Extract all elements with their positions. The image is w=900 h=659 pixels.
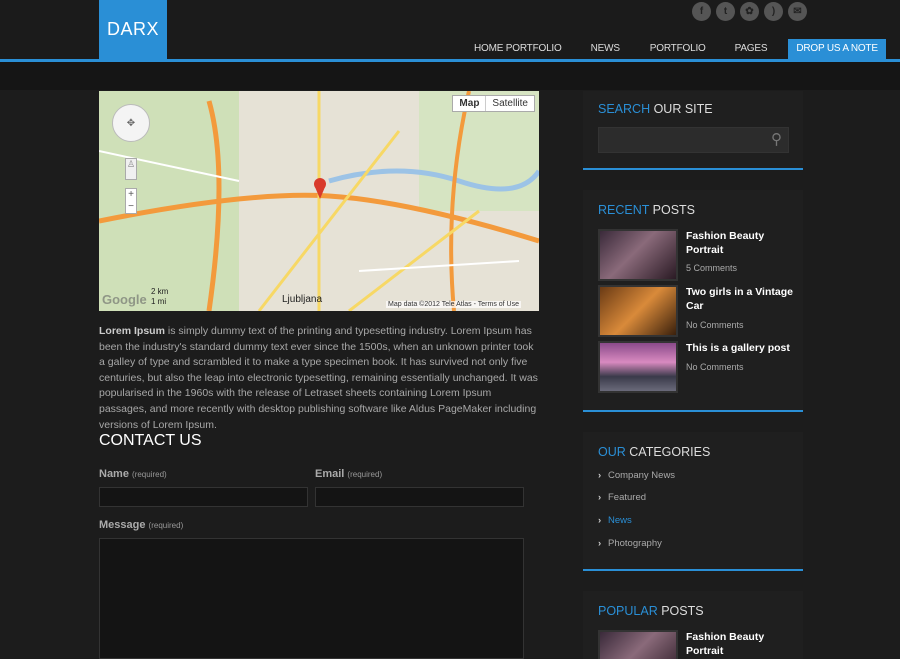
name-required: (required): [132, 470, 167, 479]
categories-title-rest: CATEGORIES: [625, 445, 711, 459]
recent-title-highlight: RECENT: [598, 203, 650, 217]
categories-title-highlight: OUR: [598, 445, 626, 459]
chevron-right-icon: ›: [598, 492, 602, 503]
map-type-switch: Map Satellite: [452, 95, 535, 112]
pan-control[interactable]: ✥: [112, 104, 150, 142]
name-label: Name (required): [99, 468, 167, 480]
recent-title-rest: POSTS: [649, 203, 696, 217]
recent-posts-widget: RECENT POSTS Fashion Beauty Portrait 5 C…: [583, 190, 803, 412]
post-title[interactable]: Two girls in a Vintage Car: [686, 285, 796, 313]
category-label[interactable]: Company News: [608, 470, 675, 481]
search-widget-title: SEARCH OUR SITE: [598, 102, 713, 116]
zoom-in-button[interactable]: +: [126, 189, 136, 201]
facebook-icon[interactable]: f: [692, 2, 711, 21]
nav-pages[interactable]: PAGES: [727, 39, 776, 59]
nav-news[interactable]: NEWS: [583, 39, 628, 59]
message-label: Message (required): [99, 519, 183, 531]
post-thumbnail[interactable]: [598, 285, 678, 337]
intro-text: is simply dummy text of the printing and…: [99, 325, 538, 431]
categories-title: OUR CATEGORIES: [598, 445, 710, 459]
recent-posts-title: RECENT POSTS: [598, 203, 695, 217]
email-label: Email (required): [315, 468, 382, 480]
chevron-right-icon: ›: [598, 538, 602, 549]
popular-title-rest: POSTS: [657, 604, 704, 618]
google-logo: Google: [102, 292, 147, 307]
map-graphic: [99, 91, 539, 311]
popular-post[interactable]: Fashion Beauty Portrait: [598, 630, 788, 659]
recent-post[interactable]: This is a gallery post No Comments: [598, 341, 790, 393]
pegman-icon[interactable]: ♙: [125, 158, 137, 180]
twitter-icon[interactable]: t: [716, 2, 735, 21]
header-subbar: [0, 62, 900, 90]
chevron-right-icon: ›: [598, 470, 602, 481]
search-icon[interactable]: ⚲: [771, 130, 782, 148]
category-item[interactable]: › Company News: [598, 470, 675, 481]
category-label[interactable]: Featured: [608, 492, 646, 503]
post-title[interactable]: This is a gallery post: [686, 341, 796, 355]
contact-title: CONTACT US: [99, 432, 202, 449]
location-map[interactable]: ✥ ♙ + − Map Satellite Google 2 km 1 mi L…: [99, 91, 539, 311]
recent-post[interactable]: Two girls in a Vintage Car No Comments: [598, 285, 793, 337]
popular-posts-title: POPULAR POSTS: [598, 604, 704, 618]
rss-icon[interactable]: ): [764, 2, 783, 21]
category-label[interactable]: Photography: [608, 538, 662, 549]
name-field[interactable]: [99, 487, 308, 507]
popular-title-highlight: POPULAR: [598, 604, 658, 618]
main-nav: HOME PORTFOLIO NEWS PORTFOLIO PAGES DROP…: [466, 39, 886, 59]
post-comments[interactable]: 5 Comments: [686, 263, 737, 273]
post-title[interactable]: Fashion Beauty Portrait: [686, 630, 796, 658]
map-city-label: Ljubljana: [282, 294, 323, 305]
flickr-icon[interactable]: ✿: [740, 2, 759, 21]
nav-portfolio[interactable]: PORTFOLIO: [642, 39, 714, 59]
post-comments[interactable]: No Comments: [686, 320, 744, 330]
recent-post[interactable]: Fashion Beauty Portrait 5 Comments: [598, 229, 788, 281]
mail-icon[interactable]: ✉: [788, 2, 807, 21]
scale-mi: 1 mi: [151, 297, 167, 306]
site-header: DARX f t ✿ ) ✉ HOME PORTFOLIO NEWS PORTF…: [0, 0, 900, 62]
zoom-out-button[interactable]: −: [126, 201, 136, 213]
category-item[interactable]: › Featured: [598, 492, 646, 503]
nav-home-portfolio[interactable]: HOME PORTFOLIO: [466, 39, 570, 59]
categories-widget: OUR CATEGORIES › Company News › Featured ›…: [583, 432, 803, 571]
message-required: (required): [148, 521, 184, 530]
post-comments[interactable]: No Comments: [686, 362, 744, 372]
post-thumbnail[interactable]: [598, 341, 678, 393]
search-title-highlight: SEARCH: [598, 102, 651, 116]
site-logo[interactable]: DARX: [99, 0, 167, 59]
name-label-text: Name: [99, 468, 129, 480]
search-title-rest: OUR SITE: [650, 102, 713, 116]
category-item[interactable]: › Photography: [598, 538, 662, 549]
map-credit[interactable]: Map data ©2012 Tele Atlas - Terms of Use: [386, 301, 521, 308]
search-widget: SEARCH OUR SITE ⚲: [583, 91, 803, 170]
category-item[interactable]: › News: [598, 515, 632, 526]
email-field[interactable]: [315, 487, 524, 507]
map-type-satellite-button[interactable]: Satellite: [485, 96, 534, 111]
map-scale: 2 km 1 mi: [151, 287, 168, 307]
message-label-text: Message: [99, 519, 146, 531]
map-type-map-button[interactable]: Map: [453, 96, 486, 111]
message-field[interactable]: [99, 538, 524, 659]
post-title[interactable]: Fashion Beauty Portrait: [686, 229, 796, 257]
email-label-text: Email: [315, 468, 345, 480]
social-links: f t ✿ ) ✉: [692, 2, 807, 21]
email-required: (required): [347, 470, 383, 479]
zoom-control[interactable]: + −: [125, 188, 137, 214]
search-input[interactable]: ⚲: [598, 127, 789, 153]
intro-lead: Lorem Ipsum: [99, 325, 165, 337]
post-thumbnail[interactable]: [598, 229, 678, 281]
chevron-right-icon: ›: [598, 515, 602, 526]
category-label[interactable]: News: [608, 515, 632, 526]
popular-posts-widget: POPULAR POSTS Fashion Beauty Portrait: [583, 591, 803, 659]
nav-drop-us-a-note[interactable]: DROP US A NOTE: [788, 39, 886, 59]
scale-km: 2 km: [151, 287, 169, 296]
post-thumbnail[interactable]: [598, 630, 678, 659]
intro-paragraph: Lorem Ipsum is simply dummy text of the …: [99, 324, 539, 433]
